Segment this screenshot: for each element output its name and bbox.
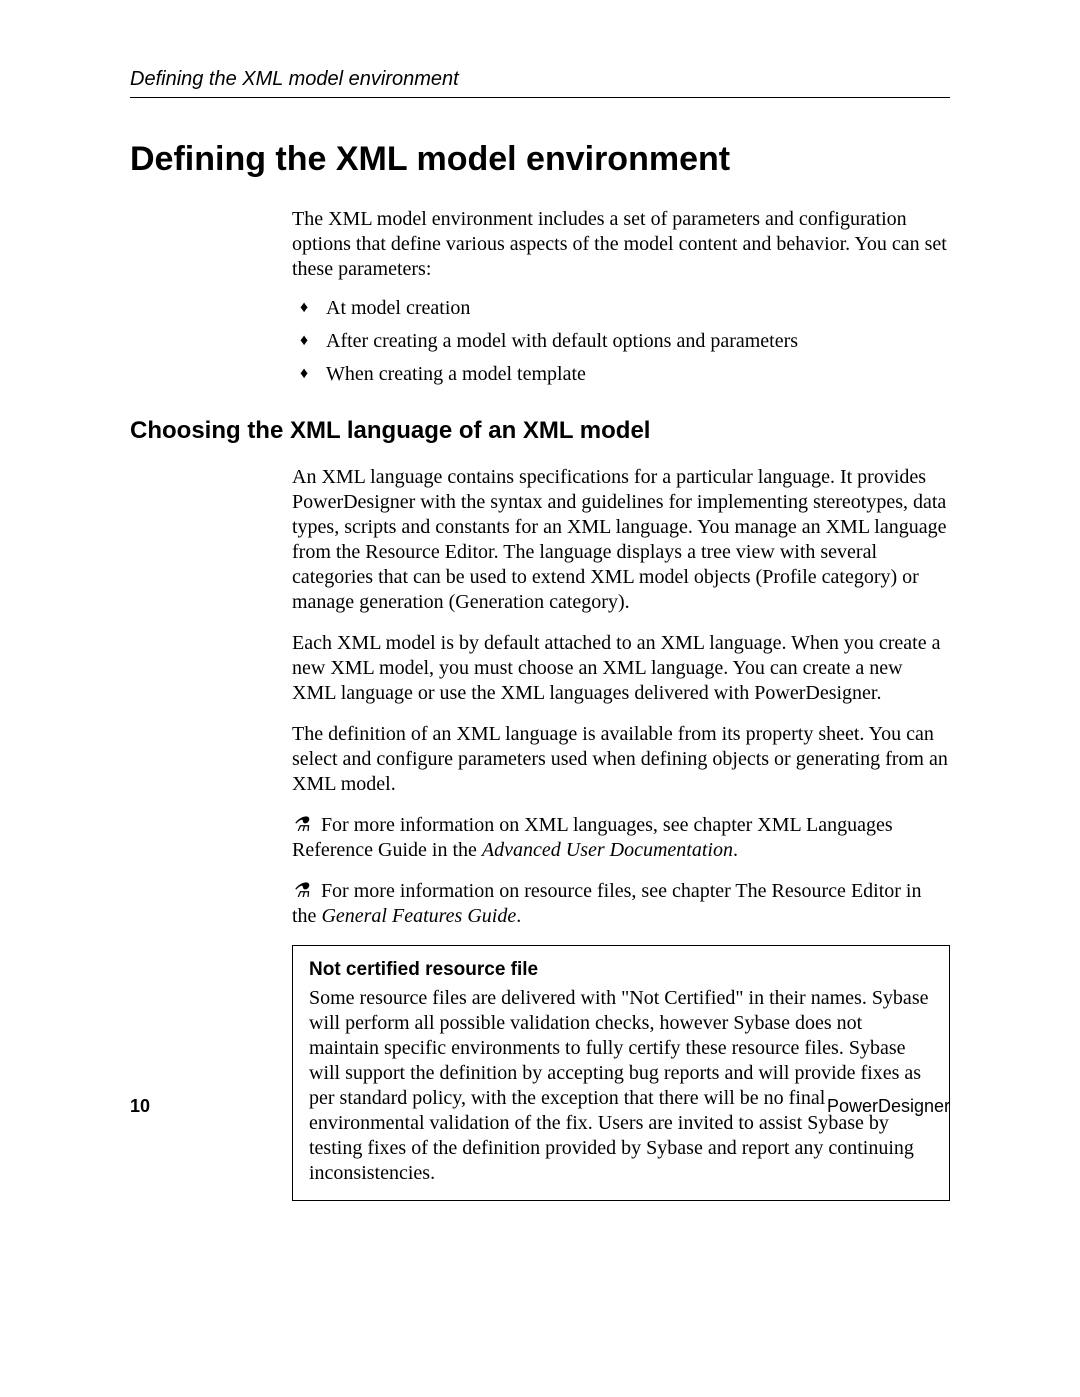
- callout-body: Some resource files are delivered with "…: [309, 986, 933, 1186]
- info-note: ⚗ For more information on XML languages,…: [292, 813, 950, 863]
- note-ital: Advanced User Documentation: [482, 839, 733, 861]
- running-header: Defining the XML model environment: [130, 68, 950, 98]
- body-content: The XML model environment includes a set…: [292, 207, 950, 387]
- page-number: 10: [130, 1096, 150, 1117]
- intro-paragraph: The XML model environment includes a set…: [292, 207, 950, 282]
- product-name: PowerDesigner: [827, 1096, 950, 1117]
- list-item: After creating a model with default opti…: [292, 329, 950, 354]
- paragraph: Each XML model is by default attached to…: [292, 631, 950, 706]
- list-item: When creating a model template: [292, 362, 950, 387]
- document-page: Defining the XML model environment Defin…: [0, 0, 1080, 1397]
- section-heading: Choosing the XML language of an XML mode…: [130, 417, 950, 445]
- glasses-icon: ⚗: [292, 814, 316, 836]
- note-tail: .: [516, 905, 521, 927]
- glasses-icon: ⚗: [292, 880, 316, 902]
- section-body: An XML language contains specifications …: [292, 465, 950, 1201]
- paragraph: The definition of an XML language is ava…: [292, 722, 950, 797]
- paragraph: An XML language contains specifications …: [292, 465, 950, 615]
- callout-box: Not certified resource file Some resourc…: [292, 945, 950, 1201]
- info-note: ⚗ For more information on resource files…: [292, 879, 950, 929]
- callout-title: Not certified resource file: [309, 958, 933, 982]
- page-footer: 10 PowerDesigner: [130, 1096, 950, 1117]
- note-tail: .: [733, 839, 738, 861]
- list-item: At model creation: [292, 296, 950, 321]
- note-ital: General Features Guide: [321, 905, 516, 927]
- page-title: Defining the XML model environment: [130, 140, 950, 179]
- bullet-list: At model creation After creating a model…: [292, 296, 950, 387]
